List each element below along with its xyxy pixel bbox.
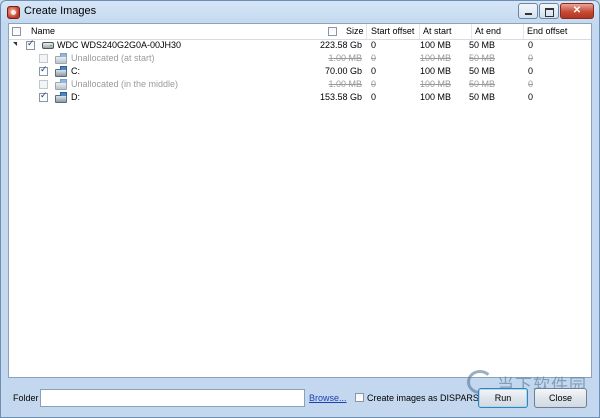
row-at-start: 100 MB [419,92,451,102]
column-start-offset[interactable]: Start offset [371,26,414,36]
column-divider [419,24,420,39]
close-window-button[interactable]: ✕ [560,3,594,19]
run-button[interactable]: Run [478,388,528,408]
table-row-partition[interactable]: Unallocated (in the middle) 1.00 MB 0 10… [9,78,591,91]
table-row-partition[interactable]: C: 70.00 Gb 0 100 MB 50 MB 0 [9,65,591,78]
row-checkbox[interactable] [26,39,35,50]
volume-icon [55,79,67,90]
row-at-start: 100 MB [419,53,451,63]
create-images-window: Create Images ✕ Name Size Start offset A… [0,0,600,418]
row-end-offset: 0 [528,53,534,63]
row-start-offset: 0 [371,40,377,50]
row-at-start: 100 MB [419,40,451,50]
column-header: Name Size Start offset At start At end E… [9,24,591,40]
hard-drive-icon [42,42,54,49]
row-end-offset: 0 [528,79,534,89]
column-divider [523,24,524,39]
row-size: 223.58 Gb [319,40,362,50]
disperse-checkbox[interactable] [355,393,364,402]
column-name[interactable]: Name [31,26,55,36]
column-end-offset[interactable]: End offset [527,26,567,36]
row-start-offset: 0 [371,79,377,89]
table-row-disk[interactable]: WDC WDS240G2G0A-00JH30 223.58 Gb 0 100 M… [9,39,591,52]
row-name: Unallocated (in the middle) [71,79,179,89]
row-size: 70.00 Gb [324,66,362,76]
row-size: 1.00 MB [328,53,362,63]
row-start-offset: 0 [371,92,377,102]
row-name: WDC WDS240G2G0A-00JH30 [57,40,182,50]
row-checkbox[interactable] [39,91,48,102]
row-end-offset: 0 [528,66,534,76]
size-checkbox[interactable] [328,27,337,36]
table-row-partition[interactable]: Unallocated (at start) 1.00 MB 0 100 MB … [9,52,591,65]
maximize-button[interactable] [539,3,559,19]
row-at-end: 50 MB [468,66,495,76]
row-checkbox[interactable] [39,54,48,63]
browse-link[interactable]: Browse... [309,393,347,403]
close-button[interactable]: Close [534,388,587,408]
volume-icon [55,66,67,77]
row-size: 153.58 Gb [319,92,362,102]
row-checkbox[interactable] [39,65,48,76]
app-icon [7,6,20,19]
volume-icon [55,92,67,103]
select-all-checkbox[interactable] [12,27,21,36]
column-at-end[interactable]: At end [475,26,501,36]
row-size: 1.00 MB [328,79,362,89]
folder-input[interactable] [40,389,305,407]
row-at-start: 100 MB [419,66,451,76]
row-start-offset: 0 [371,66,377,76]
column-size[interactable]: Size [346,26,364,36]
collapse-arrow-icon[interactable] [13,42,17,46]
folder-label: Folder [13,393,39,403]
row-checkbox[interactable] [39,80,48,89]
volume-icon [55,53,67,64]
row-start-offset: 0 [371,53,377,63]
title-bar[interactable]: Create Images ✕ [1,1,599,23]
row-name: D: [71,92,80,102]
row-end-offset: 0 [528,92,534,102]
row-at-end: 50 MB [468,40,495,50]
column-divider [366,24,367,39]
row-at-start: 100 MB [419,79,451,89]
row-at-end: 50 MB [468,92,495,102]
window-title: Create Images [24,5,97,17]
row-name: Unallocated (at start) [71,53,155,63]
column-divider [471,24,472,39]
disperse-label[interactable]: Create images as DISPARSE [367,393,485,403]
bottom-bar: Folder Browse... Create images as DISPAR… [1,385,599,411]
table-row-partition[interactable]: D: 153.58 Gb 0 100 MB 50 MB 0 [9,91,591,104]
row-at-end: 50 MB [468,79,495,89]
column-at-start[interactable]: At start [423,26,452,36]
minimize-button[interactable] [518,3,538,19]
row-name: C: [71,66,80,76]
row-end-offset: 0 [528,40,534,50]
row-at-end: 50 MB [468,53,495,63]
disk-list-panel: Name Size Start offset At start At end E… [8,23,592,378]
